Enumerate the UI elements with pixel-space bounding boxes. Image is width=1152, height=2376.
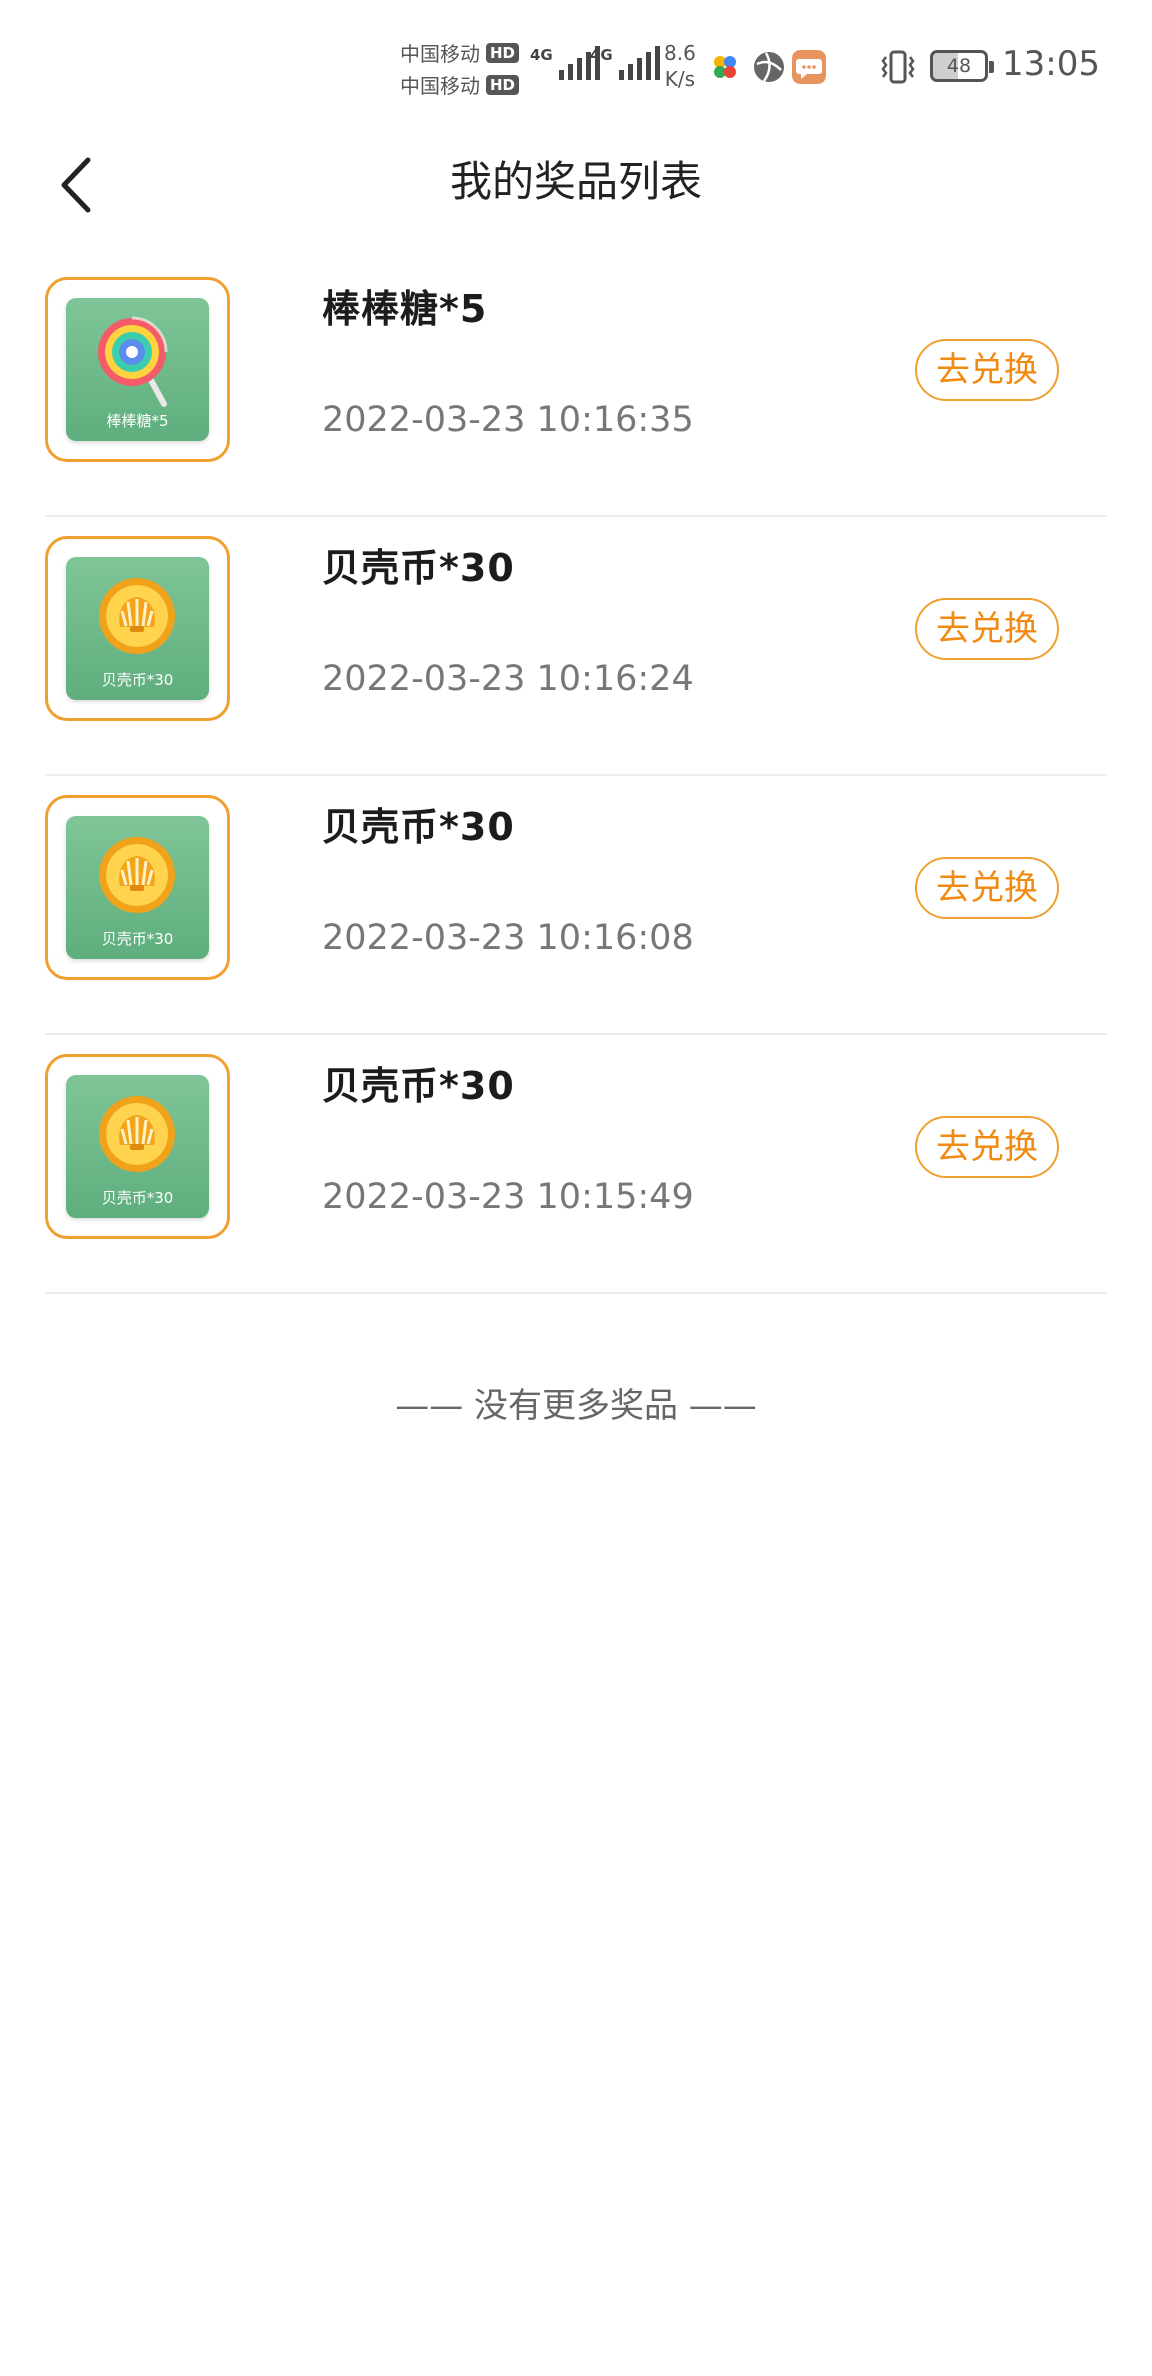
prize-image: 贝壳币*30 (66, 816, 209, 959)
battery-level: 48 (946, 55, 972, 77)
page-title: 我的奖品列表 (449, 157, 702, 206)
prize-name: 贝壳币*30 (322, 1064, 515, 1108)
globe-app-icon (754, 52, 784, 82)
prize-image: 贝壳币*30 (66, 557, 209, 700)
redeem-button[interactable]: 去兑换 (915, 1116, 1059, 1178)
shell-coin-icon (99, 837, 175, 913)
prize-image-caption: 贝壳币*30 (101, 930, 174, 948)
net-speed-unit: K/s (664, 67, 696, 91)
status-bar: 中国移动 HD 中国移动 HD 4G 4G 8.6 K/s 48 13:05 (0, 0, 1152, 135)
shell-coin-icon (99, 578, 175, 654)
clock: 13:05 (1002, 44, 1100, 84)
prize-image: 棒棒糖*5 (66, 298, 209, 441)
header: 我的奖品列表 (0, 135, 1152, 265)
prize-time: 2022-03-23 10:16:08 (322, 918, 694, 958)
prize-list: 棒棒糖*5 棒棒糖*5 2022-03-23 10:16:35 去兑换 贝壳币*… (45, 258, 1107, 1294)
prize-row: 贝壳币*30 贝壳币*30 2022-03-23 10:16:08 去兑换 (45, 776, 1107, 1035)
redeem-button[interactable]: 去兑换 (915, 857, 1059, 919)
carrier-1: 中国移动 HD (400, 38, 520, 67)
net-speed-value: 8.6 (664, 41, 696, 65)
battery-icon: 48 (930, 50, 994, 82)
network-2-label: 4G (590, 46, 613, 64)
prize-image-caption: 贝壳币*30 (101, 1189, 174, 1207)
carrier-2-label: 中国移动 (400, 74, 480, 98)
carrier-1-label: 中国移动 (400, 42, 480, 66)
prize-thumbnail[interactable]: 贝壳币*30 (45, 536, 230, 721)
prize-time: 2022-03-23 10:16:24 (322, 659, 694, 699)
prize-time: 2022-03-23 10:16:35 (322, 400, 694, 440)
net-speed: 8.6 K/s (664, 40, 696, 92)
prize-name: 棒棒糖*5 (322, 287, 488, 331)
hd-badge-2: HD (486, 74, 520, 95)
prize-time: 2022-03-23 10:15:49 (322, 1177, 694, 1217)
carrier-2: 中国移动 HD (400, 70, 520, 99)
prize-thumbnail[interactable]: 棒棒糖*5 (45, 277, 230, 462)
network-1-label: 4G (530, 46, 553, 64)
signal-2-icon: 4G (590, 46, 660, 80)
lollipop-icon (98, 316, 168, 407)
message-app-icon (792, 50, 826, 84)
pinwheel-app-icon (714, 56, 736, 78)
redeem-button[interactable]: 去兑换 (915, 339, 1059, 401)
prize-thumbnail[interactable]: 贝壳币*30 (45, 795, 230, 980)
prize-row: 贝壳币*30 贝壳币*30 2022-03-23 10:15:49 去兑换 (45, 1035, 1107, 1294)
shell-coin-icon (99, 1096, 175, 1172)
vibrate-icon (881, 50, 915, 84)
prize-image-caption: 贝壳币*30 (101, 671, 174, 689)
prize-row: 棒棒糖*5 棒棒糖*5 2022-03-23 10:16:35 去兑换 (45, 258, 1107, 517)
prize-name: 贝壳币*30 (322, 805, 515, 849)
hd-badge-1: HD (486, 42, 520, 63)
prize-row: 贝壳币*30 贝壳币*30 2022-03-23 10:16:24 去兑换 (45, 517, 1107, 776)
redeem-button[interactable]: 去兑换 (915, 598, 1059, 660)
prize-image-caption: 棒棒糖*5 (106, 412, 169, 430)
prize-thumbnail[interactable]: 贝壳币*30 (45, 1054, 230, 1239)
no-more-prizes-text: —— 没有更多奖品 —— (395, 1386, 757, 1426)
prize-image: 贝壳币*30 (66, 1075, 209, 1218)
prize-name: 贝壳币*30 (322, 546, 515, 590)
